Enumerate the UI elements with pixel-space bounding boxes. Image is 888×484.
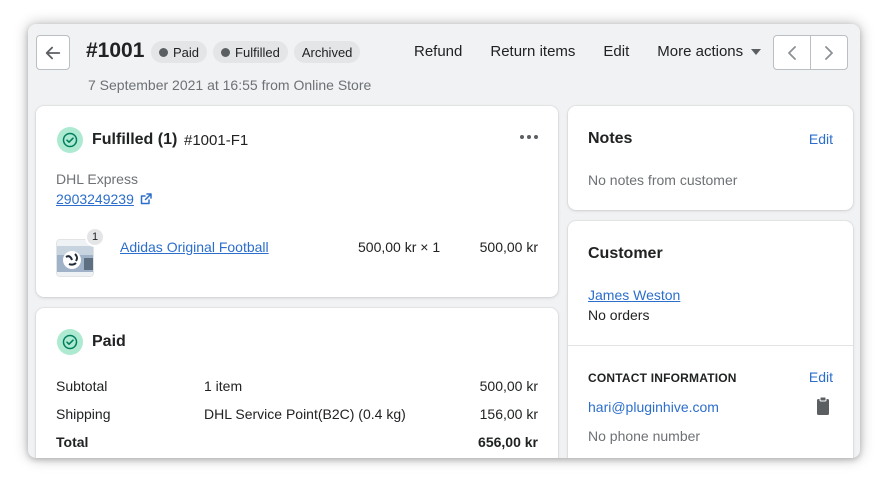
customer-email-link[interactable]: hari@pluginhive.com bbox=[588, 399, 719, 415]
notes-title: Notes bbox=[588, 130, 633, 147]
paid-title: Paid bbox=[92, 333, 126, 350]
tracking-link[interactable]: 2903249239 bbox=[56, 191, 152, 207]
copy-email-button[interactable] bbox=[815, 396, 831, 416]
notes-edit-button[interactable]: Edit bbox=[809, 131, 833, 147]
status-dot-icon bbox=[159, 47, 168, 57]
refund-button[interactable]: Refund bbox=[414, 43, 462, 60]
total-amount: 656,00 kr bbox=[478, 434, 538, 450]
status-badge-paid: Paid bbox=[151, 41, 208, 63]
shipping-label: Shipping bbox=[56, 406, 111, 422]
previous-order-button[interactable] bbox=[774, 36, 810, 69]
product-link[interactable]: Adidas Original Football bbox=[120, 239, 269, 255]
subtotal-detail: 1 item bbox=[204, 378, 243, 394]
chevron-right-icon bbox=[825, 45, 833, 60]
status-dot-icon bbox=[221, 47, 231, 57]
customer-card: Customer James Weston No orders CONTACT … bbox=[568, 221, 853, 458]
tracking-number[interactable]: 2903249239 bbox=[56, 191, 134, 207]
customer-orders: No orders bbox=[588, 307, 650, 323]
status-badge-label: Paid bbox=[173, 44, 200, 60]
shipping-amount: 156,00 kr bbox=[479, 406, 538, 422]
caret-down-icon bbox=[751, 48, 762, 55]
return-items-button[interactable]: Return items bbox=[490, 43, 575, 60]
section-divider bbox=[568, 345, 853, 346]
external-link-icon bbox=[140, 193, 152, 205]
chevron-left-icon bbox=[788, 45, 796, 60]
status-badge-label: Archived bbox=[301, 44, 353, 60]
clipboard-icon bbox=[817, 396, 829, 415]
unit-price: 500,00 kr × 1 bbox=[358, 239, 441, 255]
paid-card: Paid Subtotal 1 item 500,00 kr Shipping … bbox=[36, 308, 558, 458]
customer-phone: No phone number bbox=[588, 428, 701, 444]
line-total: 500,00 kr bbox=[479, 239, 538, 255]
notes-body: No notes from customer bbox=[588, 172, 738, 188]
quantity-badge: 1 bbox=[85, 227, 105, 247]
subtotal-amount: 500,00 kr bbox=[479, 378, 538, 394]
edit-order-button[interactable]: Edit bbox=[603, 43, 629, 60]
status-badge-fulfilled: Fulfilled bbox=[213, 41, 288, 63]
more-actions-button[interactable]: More actions bbox=[657, 43, 762, 60]
order-pager bbox=[773, 35, 848, 70]
page-title: #1001 bbox=[86, 39, 145, 62]
carrier-name: DHL Express bbox=[56, 171, 138, 187]
arrow-left-icon bbox=[45, 46, 61, 59]
order-details-window: #1001 Paid Fulfilled Archived 7 Septembe… bbox=[28, 24, 860, 458]
more-actions-label: More actions bbox=[657, 43, 744, 60]
shipping-detail: DHL Service Point(B2C) (0.4 kg) bbox=[204, 406, 406, 422]
next-order-button[interactable] bbox=[810, 36, 847, 69]
status-badge-label: Fulfilled bbox=[235, 44, 280, 60]
header-actions: Refund Return items Edit More actions bbox=[414, 43, 762, 60]
contact-edit-button[interactable]: Edit bbox=[809, 369, 833, 385]
order-subtitle: 7 September 2021 at 16:55 from Online St… bbox=[88, 77, 372, 93]
checkmark-circle-icon bbox=[57, 329, 83, 355]
fulfilled-card: Fulfilled (1) #1001-F1 DHL Express 29032… bbox=[36, 106, 558, 297]
contact-heading: CONTACT INFORMATION bbox=[588, 371, 737, 385]
fulfilled-title: Fulfilled (1) bbox=[92, 131, 178, 148]
total-label: Total bbox=[56, 434, 89, 450]
notes-card: Notes Edit No notes from customer bbox=[568, 106, 853, 210]
fulfillment-id: #1001-F1 bbox=[184, 132, 249, 149]
horizontal-dots-icon bbox=[520, 135, 538, 139]
back-button[interactable] bbox=[36, 35, 70, 70]
subtotal-label: Subtotal bbox=[56, 378, 108, 394]
status-badge-archived: Archived bbox=[293, 41, 361, 63]
status-badges: Paid Fulfilled Archived bbox=[151, 41, 361, 63]
customer-name-link[interactable]: James Weston bbox=[588, 287, 680, 303]
checkmark-circle-icon bbox=[57, 127, 83, 153]
customer-title: Customer bbox=[588, 245, 663, 262]
fulfillment-more-button[interactable] bbox=[518, 126, 540, 148]
